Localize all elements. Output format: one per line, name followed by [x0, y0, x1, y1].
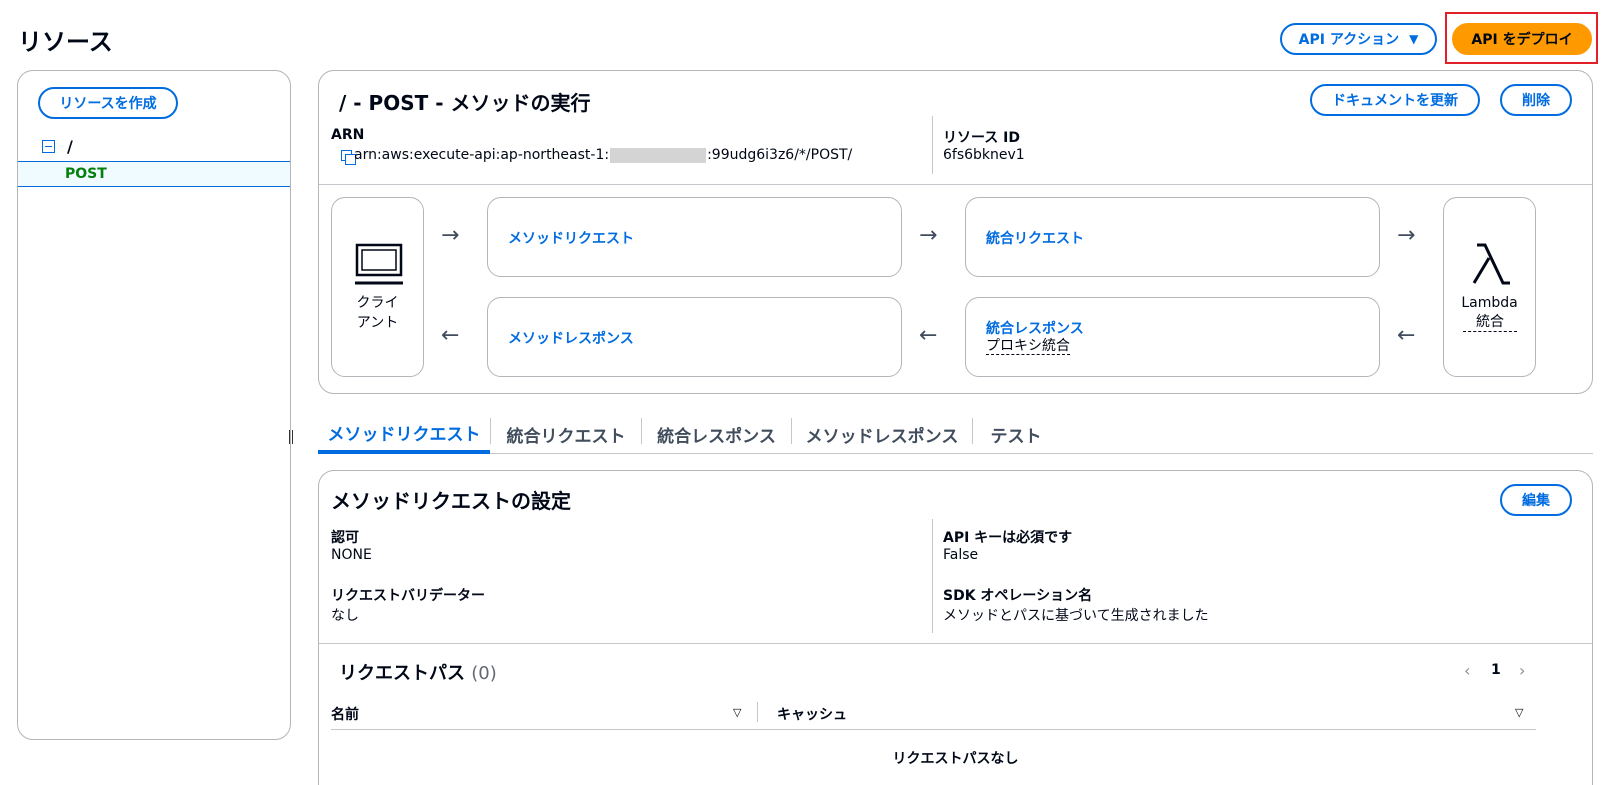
arrow-left-icon: ←	[441, 323, 460, 348]
arrow-right-icon: →	[1397, 223, 1416, 248]
resource-id-label: リソース ID	[943, 130, 1021, 146]
request-paths-title-text: リクエストパス	[339, 663, 465, 684]
arn-prefix: arn:aws:execute-api:ap-northeast-1:	[354, 147, 610, 163]
deploy-api-button[interactable]: API をデプロイ	[1452, 23, 1592, 55]
divider	[319, 184, 1592, 185]
api-actions-label: API アクション	[1298, 32, 1400, 48]
lambda-label-line1: Lambda	[1461, 295, 1518, 311]
page-title: リソース	[18, 28, 113, 56]
redacted-account-id	[610, 147, 707, 163]
divider	[932, 519, 933, 633]
edit-button[interactable]: 編集	[1500, 484, 1572, 516]
delete-button[interactable]: 削除	[1500, 84, 1572, 116]
prev-page-icon[interactable]: ‹	[1464, 661, 1470, 680]
tab-integration-response[interactable]: 統合レスポンス	[642, 414, 791, 454]
arn-value: arn:aws:execute-api:ap-northeast-1: :99ud…	[354, 147, 852, 163]
request-paths-count: (0)	[471, 663, 497, 684]
divider	[932, 116, 933, 174]
request-paths-title: リクエストパス (0)	[339, 659, 497, 685]
client-label-line1: クライ	[356, 295, 399, 311]
arn-label: ARN	[331, 127, 365, 143]
arrow-left-icon: ←	[1397, 323, 1416, 348]
computer-icon	[355, 243, 403, 285]
integration-request-link[interactable]: 統合リクエスト	[986, 228, 1084, 248]
panel-resize-handle[interactable]	[289, 430, 293, 444]
arrow-left-icon: ←	[919, 323, 938, 348]
create-resource-button[interactable]: リソースを作成	[38, 87, 178, 119]
tab-method-response[interactable]: メソッドレスポンス	[792, 414, 972, 454]
resource-tree-panel: リソースを作成 / POST	[17, 70, 291, 740]
tab-method-request[interactable]: メソッドリクエスト	[318, 414, 490, 454]
proxy-integration-label: プロキシ統合	[986, 338, 1070, 355]
tree-root-label: /	[67, 137, 73, 156]
method-request-box[interactable]: メソッドリクエスト	[487, 197, 902, 277]
tree-item-post[interactable]: POST	[18, 161, 290, 187]
arn-suffix: :99udg6i3z6/*/POST/	[707, 147, 853, 163]
api-actions-button[interactable]: API アクション ▼	[1280, 23, 1437, 55]
validator-value: なし	[331, 608, 359, 624]
method-response-link[interactable]: メソッドレスポンス	[508, 328, 634, 348]
integration-response-link[interactable]: 統合レスポンス	[986, 318, 1084, 338]
update-documentation-button[interactable]: ドキュメントを更新	[1310, 84, 1480, 116]
api-key-value: False	[943, 547, 979, 563]
sdk-operation-label: SDK オペレーション名	[943, 588, 1093, 604]
caret-down-icon: ▼	[1409, 32, 1419, 46]
tree-root-node[interactable]: /	[42, 137, 73, 156]
collapse-icon[interactable]	[42, 140, 55, 153]
client-box: クライ アント	[331, 197, 424, 377]
method-title: / - POST - メソッドの実行	[339, 91, 591, 115]
settings-title: メソッドリクエストの設定	[331, 489, 571, 513]
next-page-icon[interactable]: ›	[1519, 661, 1525, 680]
integration-response-box[interactable]: 統合レスポンス プロキシ統合	[965, 297, 1380, 377]
auth-label: 認可	[331, 530, 359, 546]
sort-icon[interactable]: ▽	[1515, 706, 1523, 719]
method-request-link[interactable]: メソッドリクエスト	[508, 228, 634, 248]
copy-icon[interactable]	[341, 150, 356, 165]
method-execution-card: / - POST - メソッドの実行 ドキュメントを更新 削除 ARN arn:…	[318, 70, 1593, 394]
lambda-box: Lambda 統合	[1443, 197, 1536, 377]
table-header-divider	[331, 729, 1536, 730]
column-header-cache[interactable]: キャッシュ	[777, 704, 847, 724]
auth-value: NONE	[331, 547, 372, 563]
tab-integration-request[interactable]: 統合リクエスト	[491, 414, 641, 454]
api-key-label: API キーは必須です	[943, 530, 1073, 546]
resource-id-value: 6fs6bknev1	[943, 147, 1025, 163]
integration-request-box[interactable]: 統合リクエスト	[965, 197, 1380, 277]
empty-state-text: リクエストパスなし	[892, 751, 1019, 767]
lambda-icon	[1472, 243, 1510, 285]
sdk-operation-value: メソッドとパスに基づいて生成されました	[943, 608, 1209, 624]
arrow-right-icon: →	[441, 223, 460, 248]
validator-label: リクエストバリデーター	[331, 588, 485, 604]
divider	[319, 643, 1592, 644]
column-divider[interactable]	[757, 702, 758, 722]
client-label-line2: アント	[356, 315, 399, 331]
lambda-label-line2: 統合	[1463, 313, 1517, 332]
tab-test[interactable]: テスト	[973, 414, 1059, 454]
page-number[interactable]: 1	[1491, 662, 1501, 678]
method-request-settings-card: メソッドリクエストの設定 編集 認可 NONE リクエストバリデーター なし A…	[318, 470, 1593, 785]
arrow-right-icon: →	[919, 223, 938, 248]
sort-icon[interactable]: ▽	[733, 706, 741, 719]
tree-item-post-label: POST	[65, 166, 107, 182]
tab-bar: メソッドリクエスト 統合リクエスト 統合レスポンス メソッドレスポンス テスト	[318, 414, 1593, 454]
column-header-name[interactable]: 名前	[331, 704, 359, 724]
method-response-box[interactable]: メソッドレスポンス	[487, 297, 902, 377]
